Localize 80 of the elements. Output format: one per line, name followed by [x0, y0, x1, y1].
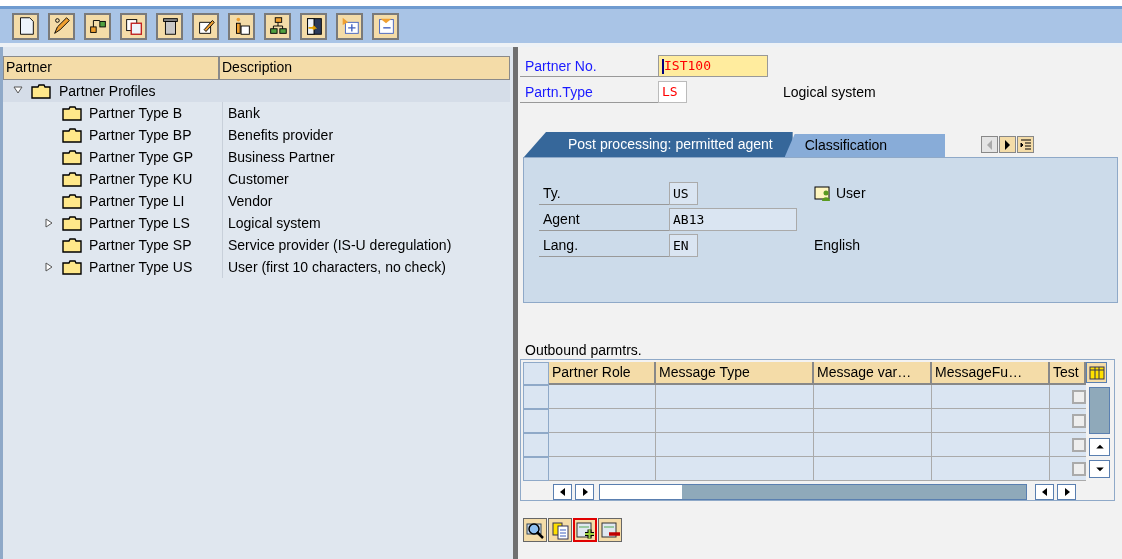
tree-node[interactable]: Partner Type BP	[89, 124, 192, 146]
folder-icon	[62, 237, 82, 253]
input-field[interactable]: EN	[669, 234, 698, 257]
trash-icon[interactable]	[156, 12, 183, 40]
add-row-icon[interactable]	[573, 518, 597, 542]
tree-node[interactable]: Partner Type B	[89, 102, 183, 124]
tree-node[interactable]: Partner Type US	[89, 256, 193, 278]
column-header[interactable]: Partner Role	[549, 362, 656, 385]
column-header[interactable]: Test	[1050, 362, 1086, 385]
tree-node[interactable]: Partner Profiles	[59, 80, 156, 102]
description-text: Logical system	[783, 82, 876, 102]
input-field[interactable]: US	[669, 182, 698, 205]
folder-icon	[62, 215, 82, 231]
input-field[interactable]: LS	[658, 81, 687, 103]
folder-icon	[62, 127, 82, 143]
folder-icon	[62, 193, 82, 209]
description-text: Bank	[227, 103, 260, 123]
description-text: Service provider (IS-U deregulation)	[227, 235, 452, 255]
section-label: Outbound parmtrs.	[525, 341, 643, 359]
delete-row-icon[interactable]	[598, 518, 622, 542]
scroll-right-button[interactable]	[575, 484, 594, 500]
checkbox[interactable]	[1072, 389, 1086, 404]
description-text: Benefits provider	[227, 125, 334, 145]
tree-node[interactable]: Partner Type GP	[89, 146, 193, 168]
description-text: Customer	[227, 169, 289, 189]
description-text: Vendor	[227, 191, 273, 211]
tree-node[interactable]: Partner Type LS	[89, 212, 190, 234]
folder-icon	[31, 83, 51, 99]
new-page-icon[interactable]	[12, 12, 39, 40]
column-header[interactable]: Message var…	[814, 362, 932, 385]
column-header[interactable]: Description	[220, 57, 509, 79]
edit-list-icon[interactable]	[192, 12, 219, 40]
info-document-icon[interactable]	[228, 12, 255, 40]
exit-panel-icon[interactable]	[300, 12, 327, 40]
tree-node[interactable]: Partner Type KU	[89, 168, 193, 190]
triangle-right-icon	[1005, 139, 1011, 150]
triangle-left-icon	[987, 139, 993, 150]
scrollbar-thumb[interactable]	[1089, 387, 1110, 434]
scroll-left-button[interactable]	[553, 484, 572, 500]
description-text: English	[814, 236, 860, 255]
tree-node[interactable]: Partner Type LI	[89, 190, 185, 212]
tab-scroll-right-button[interactable]	[999, 136, 1017, 153]
select-all-cell[interactable]	[523, 362, 549, 385]
zoom-icon[interactable]	[523, 518, 547, 542]
description-text: User (first 10 characters, no check)	[227, 257, 446, 277]
folder-icon	[62, 149, 82, 165]
tab[interactable]: Post processing: permitted agent	[524, 132, 793, 157]
description-text: Logical system	[227, 213, 321, 233]
tab[interactable]: Classification	[784, 134, 946, 157]
scroll-right-button[interactable]	[1057, 484, 1076, 500]
scroll-up-button[interactable]	[1089, 438, 1110, 456]
list-icon	[1019, 139, 1032, 150]
tab-list-button[interactable]	[1017, 136, 1035, 153]
scroll-down-button[interactable]	[1089, 460, 1110, 478]
description-text: User	[836, 184, 866, 203]
expand-icon[interactable]	[336, 12, 363, 40]
expand-triangle-icon[interactable]	[13, 86, 23, 96]
expand-triangle-icon[interactable]	[45, 262, 55, 272]
checkbox[interactable]	[1072, 461, 1086, 476]
column-header[interactable]: Message Type	[656, 362, 814, 385]
scrollbar-thumb[interactable]	[600, 485, 682, 499]
folder-icon	[62, 105, 82, 121]
copy-icon[interactable]	[120, 12, 147, 40]
column-config-icon[interactable]	[1086, 362, 1107, 383]
checkbox[interactable]	[1072, 413, 1086, 428]
column-header[interactable]: MessageFu…	[932, 362, 1050, 385]
tree-structure-icon[interactable]	[264, 12, 291, 40]
expand-triangle-icon[interactable]	[45, 218, 55, 228]
scroll-left-button[interactable]	[1035, 484, 1054, 500]
scrollbar-track[interactable]	[599, 484, 1027, 500]
description-text: Business Partner	[227, 147, 335, 167]
hierarchy-icon[interactable]	[84, 12, 111, 40]
copy-document-icon[interactable]	[548, 518, 572, 542]
tree-node[interactable]: Partner Type SP	[89, 234, 192, 256]
collapse-icon[interactable]	[372, 12, 399, 40]
folder-icon	[62, 259, 82, 275]
input-field[interactable]: AB13	[669, 208, 797, 231]
folder-icon	[62, 171, 82, 187]
checkbox[interactable]	[1072, 437, 1086, 452]
column-header[interactable]: Partner	[4, 57, 220, 79]
